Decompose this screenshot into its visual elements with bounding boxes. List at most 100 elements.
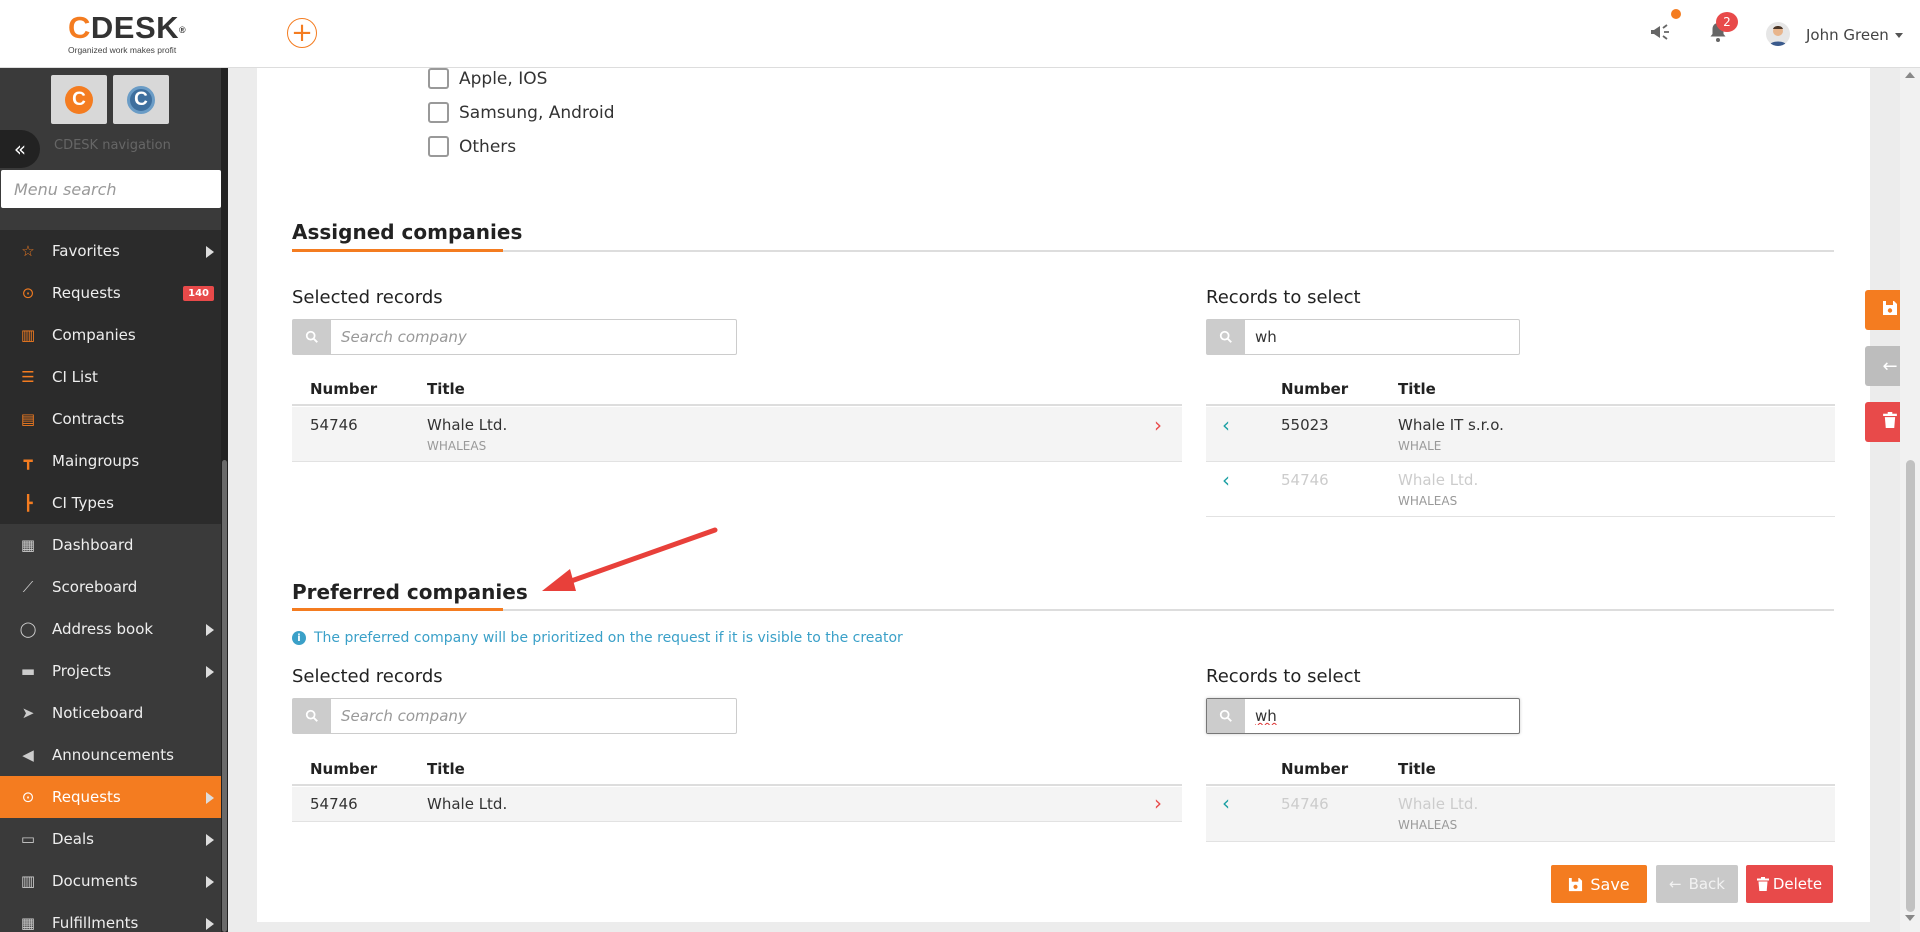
row-code: WHALE	[1398, 439, 1442, 453]
add-chevron-left-icon[interactable]: ‹	[1222, 470, 1230, 490]
sidebar-item-address-book[interactable]: ◯ Address book	[0, 608, 221, 650]
sidebar-item-favorites[interactable]: ☆ Favorites	[0, 230, 221, 272]
remove-chevron-right-icon[interactable]: ›	[1154, 415, 1162, 435]
checkbox-samsung-android[interactable]: Samsung, Android	[428, 102, 615, 123]
double-chevron-left-icon: «	[13, 137, 27, 161]
add-new-button[interactable]: +	[287, 18, 317, 48]
add-chevron-left-icon[interactable]: ‹	[1222, 415, 1230, 435]
sidebar-item-projects[interactable]: ▬ Projects	[0, 650, 221, 692]
plus-icon: +	[291, 18, 313, 48]
sidebar-item-maingroups[interactable]: ┳ Maingroups	[0, 440, 221, 482]
preferred-select-search	[1206, 698, 1520, 734]
sidebar: C C « CDESK navigation ☆ Favorites ⊙ Reques…	[0, 68, 228, 932]
floppy-disk-icon	[1568, 877, 1583, 892]
table-row[interactable]: ‹ 55023 Whale IT s.r.o. WHALE	[1206, 407, 1835, 462]
search-icon	[1207, 320, 1245, 354]
announcements-button[interactable]	[1648, 20, 1676, 48]
table-row[interactable]: 54746 Whale Ltd. ›	[292, 787, 1182, 822]
menu-search-input[interactable]	[1, 170, 221, 208]
assigned-select-search	[1206, 319, 1520, 355]
row-title: Whale Ltd.	[427, 416, 508, 434]
trash-icon	[1756, 877, 1769, 891]
sidebar-item-announcements[interactable]: ◀ Announcements	[0, 734, 221, 776]
sidebar-item-contracts[interactable]: ▤ Contracts	[0, 398, 221, 440]
assigned-selected-search-input[interactable]	[331, 320, 736, 354]
assigned-select-search-input[interactable]	[1245, 320, 1519, 354]
app-switch-cdesk[interactable]: C	[51, 75, 107, 124]
table-row[interactable]: 54746 Whale Ltd. WHALEAS ›	[292, 407, 1182, 462]
search-icon	[293, 320, 331, 354]
chart-line-icon: ⟋	[22, 578, 34, 596]
user-name[interactable]: John Green	[1806, 26, 1889, 44]
save-label: Save	[1590, 874, 1630, 894]
expand-arrow-icon[interactable]	[206, 666, 214, 678]
user-menu-caret-icon[interactable]	[1895, 33, 1903, 38]
sidebar-item-companies[interactable]: ▥ Companies	[0, 314, 221, 356]
sidebar-item-label: Noticeboard	[52, 704, 144, 722]
sidebar-item-label: Requests	[52, 788, 121, 806]
sidebar-item-ci-list[interactable]: ☰ CI List	[0, 356, 221, 398]
expand-arrow-icon[interactable]	[206, 834, 214, 846]
logo-tagline: Organized work makes profit	[68, 45, 177, 55]
megaphone-icon: ◀	[22, 746, 34, 764]
checkbox-others[interactable]: Others	[428, 136, 516, 157]
expand-arrow-icon[interactable]	[206, 624, 214, 636]
page-scrollbar-thumb[interactable]	[1906, 460, 1915, 912]
expand-arrow-icon[interactable]	[206, 792, 214, 804]
preferred-select-search-input[interactable]	[1245, 699, 1519, 733]
add-chevron-left-icon[interactable]: ‹	[1222, 793, 1230, 813]
sidebar-item-noticeboard[interactable]: ➤ Noticeboard	[0, 692, 221, 734]
avatar[interactable]	[1766, 22, 1790, 46]
folder-icon: ▬	[20, 662, 36, 680]
table-row-disabled: ‹ 54746 Whale Ltd. WHALEAS	[1206, 462, 1835, 517]
cdesk-logo[interactable]: CDESK® Organized work makes profit	[68, 10, 187, 56]
paper-plane-icon: ➤	[21, 704, 35, 722]
checkbox[interactable]	[428, 68, 449, 89]
sidebar-item-documents[interactable]: ▥ Documents	[0, 860, 221, 902]
section-divider	[292, 609, 1834, 611]
count-badge: 140	[183, 286, 214, 301]
info-text: The preferred company will be prioritize…	[314, 630, 903, 646]
search-icon	[293, 699, 331, 733]
scroll-down-arrow-icon[interactable]	[1905, 915, 1915, 921]
logo-wordmark: CDESK®	[68, 10, 187, 45]
sidebar-scrollbar-thumb[interactable]	[222, 460, 227, 932]
checkbox[interactable]	[428, 102, 449, 123]
sidebar-item-label: CI Types	[52, 494, 114, 512]
expand-arrow-icon[interactable]	[206, 246, 214, 258]
sidebar-item-label: Favorites	[52, 242, 120, 260]
info-icon: i	[292, 631, 306, 645]
dashboard-icon: ▦	[20, 536, 36, 554]
sidebar-item-fulfillments[interactable]: ▦ Fulfillments	[0, 902, 221, 932]
checkbox[interactable]	[428, 136, 449, 157]
remove-chevron-right-icon[interactable]: ›	[1154, 793, 1162, 813]
sidebar-item-requests[interactable]: ⊙ Requests	[0, 776, 221, 818]
expand-arrow-icon[interactable]	[206, 918, 214, 930]
save-button[interactable]: Save	[1551, 865, 1647, 903]
scroll-up-arrow-icon[interactable]	[1905, 72, 1915, 78]
preferred-selected-search-input[interactable]	[331, 699, 736, 733]
collapse-navigation-button[interactable]: «	[0, 130, 40, 168]
books-icon: ▥	[20, 872, 36, 890]
preferred-companies-title: Preferred companies	[292, 580, 528, 604]
sidebar-item-label: Fulfillments	[52, 914, 139, 932]
sidebar-item-requests[interactable]: ⊙ Requests 140	[0, 272, 221, 314]
checkbox-label: Samsung, Android	[459, 102, 615, 123]
assigned-selected-table-header: Number Title	[292, 370, 1182, 406]
sidebar-item-deals[interactable]: ▭ Deals	[0, 818, 221, 860]
assigned-select-table-header: Number Title	[1206, 370, 1835, 406]
sidebar-item-dashboard[interactable]: ▦ Dashboard	[0, 524, 221, 566]
row-title: Whale Ltd.	[1398, 795, 1479, 813]
arrow-left-icon: ←	[1669, 875, 1682, 893]
megaphone-icon	[1651, 24, 1669, 40]
checkbox-apple-ios[interactable]: Apple, IOS	[428, 68, 547, 89]
app-switch-secondary[interactable]: C	[113, 75, 169, 124]
checkbox-label: Others	[459, 136, 517, 157]
expand-arrow-icon[interactable]	[206, 876, 214, 888]
sidebar-item-scoreboard[interactable]: ⟋ Scoreboard	[0, 566, 221, 608]
delete-button[interactable]: Delete	[1746, 865, 1833, 903]
sidebar-item-ci-types[interactable]: ┣ CI Types	[0, 482, 221, 524]
row-code: WHALEAS	[427, 439, 487, 453]
row-number: 54746	[1281, 471, 1329, 489]
back-button[interactable]: ← Back	[1656, 865, 1738, 903]
